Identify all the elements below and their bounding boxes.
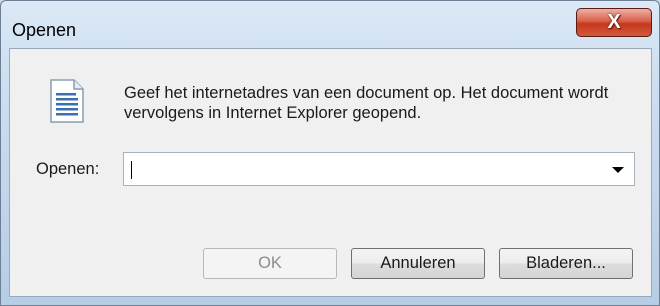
document-icon [50,79,84,123]
open-address-combobox[interactable] [123,152,635,186]
window-title: Openen [12,20,77,40]
title-bar[interactable]: Openen X [1,1,659,47]
dialog-content: Geef het internetadres van een document … [9,48,652,297]
browse-button[interactable]: Bladeren... [499,248,633,279]
dropdown-arrow-icon[interactable] [612,167,624,173]
close-button[interactable]: X [576,8,652,37]
ok-button[interactable]: OK [203,248,337,279]
close-icon: X [607,11,621,33]
text-cursor [131,161,132,179]
open-field-label: Openen: [36,160,100,178]
cancel-button[interactable]: Annuleren [351,248,485,279]
dialog-window: Openen X Geef het internetadres van een … [0,0,660,306]
dialog-description: Geef het internetadres van een document … [124,84,609,122]
